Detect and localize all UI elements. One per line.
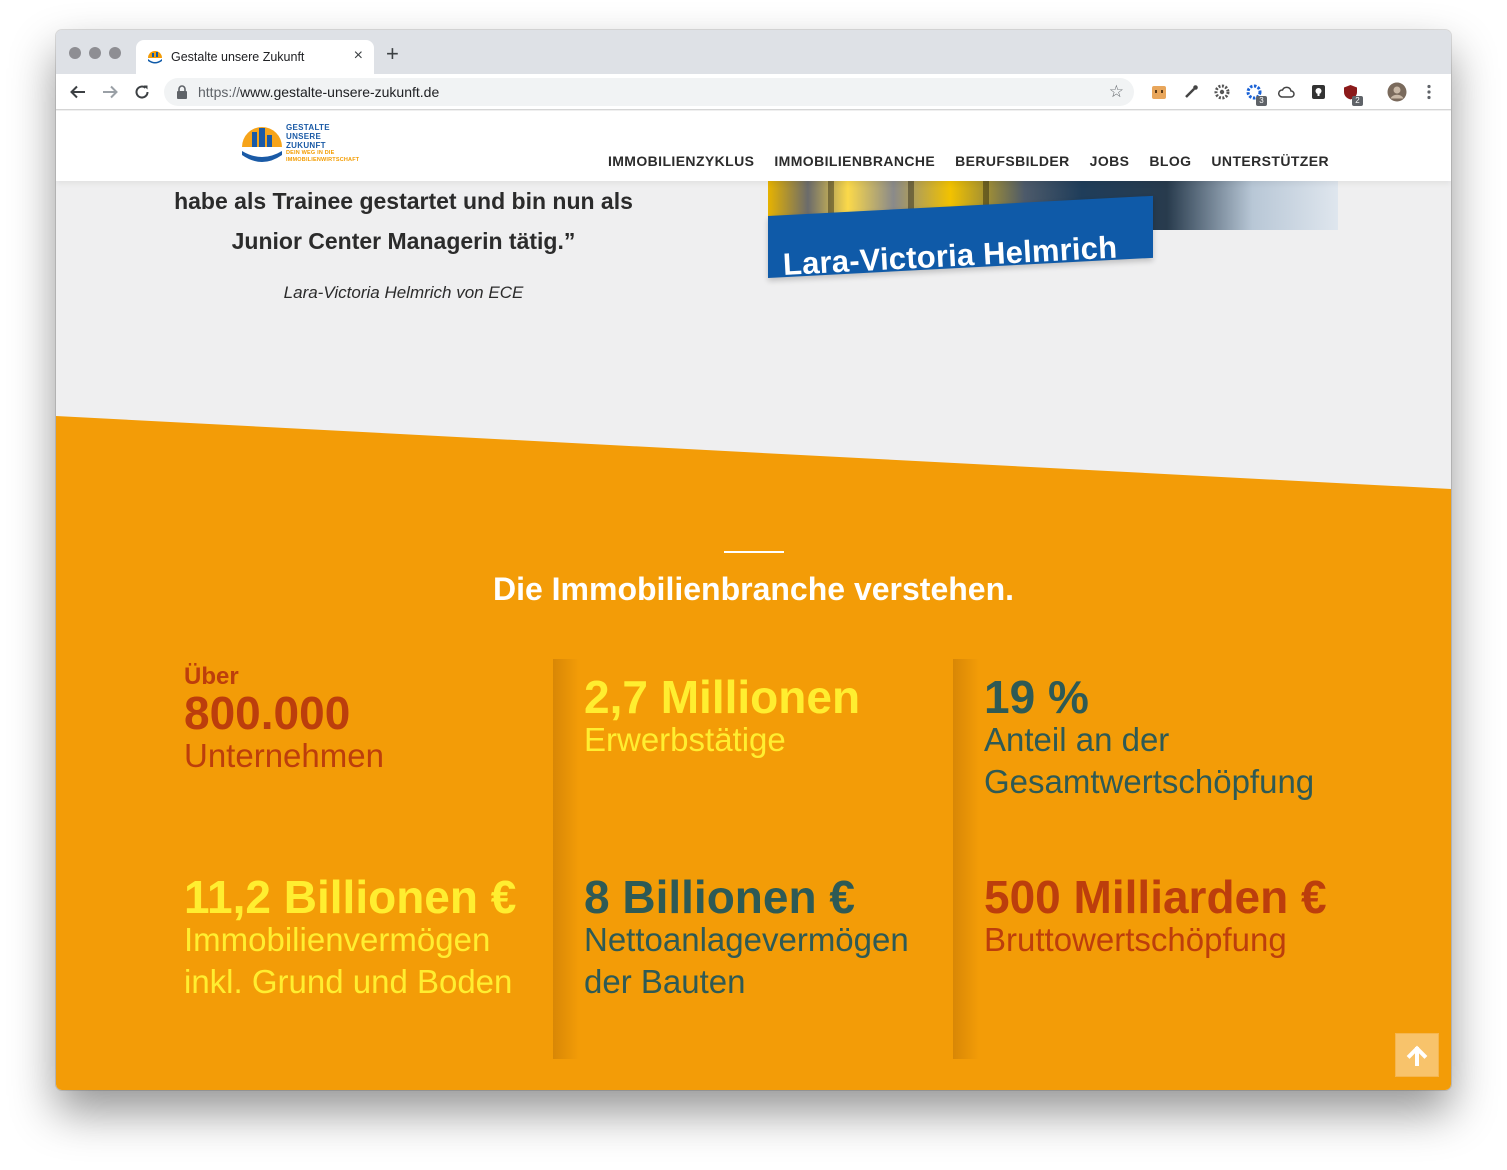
fact-value: 2,7 Millionen: [584, 671, 861, 723]
main-navigation: IMMOBILIENZYKLUS IMMOBILIENBRANCHE BERUF…: [608, 153, 1329, 169]
arrow-left-icon: [70, 85, 85, 99]
reload-icon: [135, 85, 149, 99]
active-tab[interactable]: Gestalte unsere Zukunft ×: [136, 40, 374, 74]
url-text[interactable]: https://www.gestalte-unsere-zukunft.de: [198, 84, 439, 100]
tab-close-icon[interactable]: ×: [354, 46, 363, 66]
new-tab-button[interactable]: +: [386, 43, 399, 65]
nav-berufsbilder[interactable]: BERUFSBILDER: [955, 153, 1069, 169]
fact-value: 800.000: [184, 687, 351, 739]
extension-badge: 3: [1256, 96, 1267, 106]
forward-button[interactable]: [98, 80, 122, 104]
minimize-window-button[interactable]: [89, 47, 101, 59]
logo-tagline-2: IMMOBILIENWIRTSCHAFT: [286, 156, 360, 163]
fact-value: 500 Milliarden €: [984, 871, 1327, 923]
fact-description: Anteil an der Gesamtwertschöpfung: [984, 721, 1315, 800]
profile-avatar[interactable]: [1386, 81, 1408, 103]
facts-grid: Über 800.000 Unternehmen 2,7 Millionen E…: [56, 111, 1451, 1090]
logo-line-2: UNSERE: [286, 132, 322, 141]
site-favicon-icon: [148, 51, 162, 64]
web-page: GESTALTE UNSERE ZUKUNFT DEIN WEG IN DIE …: [56, 111, 1451, 1090]
logo-line-3: ZUKUNFT: [286, 141, 326, 150]
color-picker-icon[interactable]: [1180, 81, 1202, 103]
close-window-button[interactable]: [69, 47, 81, 59]
cloud-icon[interactable]: [1275, 81, 1297, 103]
logo-wordmark: GESTALTE UNSERE ZUKUNFT DEIN WEG IN DIE …: [286, 123, 359, 163]
bookmark-star-icon[interactable]: ☆: [1109, 82, 1124, 102]
back-button[interactable]: [66, 80, 90, 104]
scroll-to-top-button[interactable]: [1395, 1033, 1439, 1077]
logo-line-1: GESTALTE: [286, 123, 330, 132]
fact-value: 8 Billionen €: [584, 871, 855, 923]
arrow-up-icon: [1406, 1045, 1428, 1066]
tab-title: Gestalte unsere Zukunft: [171, 50, 305, 64]
column-separator: [553, 659, 579, 1059]
nav-immobilienbranche[interactable]: IMMOBILIENBRANCHE: [774, 153, 935, 169]
fact-description: Nettoanlagevermögen der Bauten: [584, 921, 909, 1000]
browser-window: Gestalte unsere Zukunft × + https://www.…: [56, 30, 1451, 1090]
nav-immobilienzyklus[interactable]: IMMOBILIENZYKLUS: [608, 153, 754, 169]
fact-description: Immobilienvermögen inkl. Grund und Boden: [184, 921, 513, 1000]
url-host: www.gestalte-unsere-zukunft.de: [240, 84, 440, 100]
fact-description: Erwerbstätige: [584, 721, 786, 758]
arrow-right-icon: [103, 85, 118, 99]
fact-employees: 2,7 Millionen Erwerbstätige: [584, 671, 944, 761]
nav-blog[interactable]: BLOG: [1149, 153, 1191, 169]
fact-net-fixed-assets: 8 Billionen € Nettoanlagevermögen der Ba…: [584, 871, 944, 1003]
extension-face-icon[interactable]: [1148, 81, 1170, 103]
url-scheme: https://: [198, 84, 241, 100]
fact-description: Unternehmen: [184, 737, 384, 774]
fact-property-assets: 11,2 Billionen € Immobilienvermögen inkl…: [184, 871, 544, 1003]
fact-gross-value-added: 500 Milliarden € Bruttowertschöpfung: [984, 871, 1404, 961]
lock-icon: [177, 85, 187, 99]
fact-description: Bruttowertschöpfung: [984, 921, 1287, 958]
extension-blue-gear-icon[interactable]: 3: [1243, 81, 1267, 106]
extension-badge: 2: [1352, 96, 1363, 106]
site-header: GESTALTE UNSERE ZUKUNFT DEIN WEG IN DIE …: [56, 111, 1451, 181]
logo-emblem-icon: [242, 127, 282, 162]
fact-companies: Über 800.000 Unternehmen: [184, 663, 544, 777]
fact-value: 19 %: [984, 671, 1089, 723]
nav-jobs[interactable]: JOBS: [1090, 153, 1130, 169]
nav-unterstuetzer[interactable]: UNTERSTÜTZER: [1211, 153, 1329, 169]
tab-strip: Gestalte unsere Zukunft × +: [56, 30, 1451, 74]
site-logo[interactable]: GESTALTE UNSERE ZUKUNFT DEIN WEG IN DIE …: [240, 123, 390, 169]
settings-gear-icon[interactable]: [1211, 81, 1233, 103]
browser-menu-icon[interactable]: [1418, 81, 1440, 103]
zoom-window-button[interactable]: [109, 47, 121, 59]
reload-button[interactable]: [130, 80, 154, 104]
browser-toolbar: https://www.gestalte-unsere-zukunft.de ☆…: [56, 74, 1451, 110]
fact-share: 19 % Anteil an der Gesamtwertschöpfung: [984, 671, 1344, 803]
fact-value: 11,2 Billionen €: [184, 871, 517, 923]
address-bar[interactable]: https://www.gestalte-unsere-zukunft.de ☆: [164, 78, 1134, 106]
shield-icon[interactable]: 2: [1339, 81, 1363, 106]
column-separator: [953, 659, 979, 1059]
password-manager-icon[interactable]: [1307, 81, 1329, 103]
